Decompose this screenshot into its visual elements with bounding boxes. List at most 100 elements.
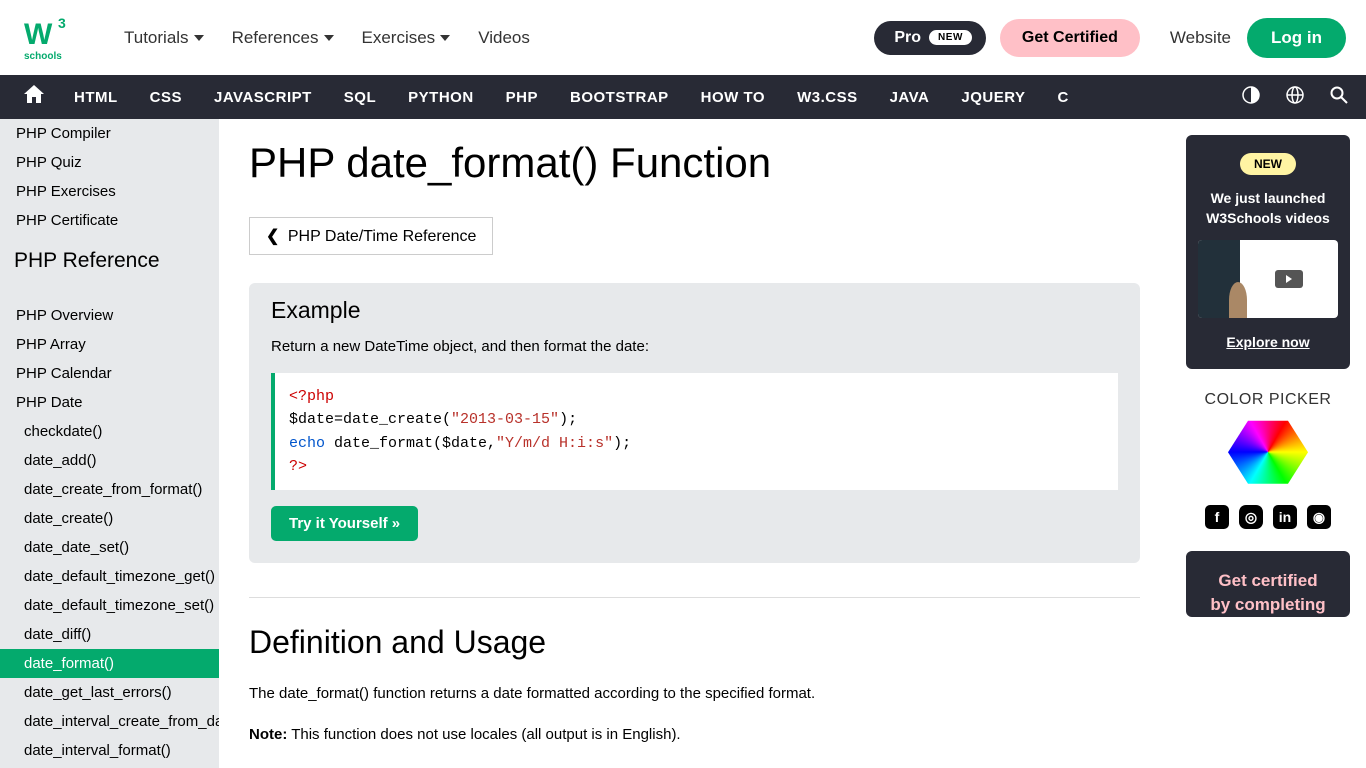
- nav-howto[interactable]: HOW TO: [685, 89, 781, 106]
- nav-c[interactable]: C: [1042, 89, 1085, 106]
- section-heading: Definition and Usage: [249, 624, 1140, 661]
- website-link[interactable]: Website: [1170, 28, 1231, 48]
- promo-text: We just launchedW3Schools videos: [1198, 189, 1338, 228]
- sidebar-item[interactable]: PHP Calendar: [0, 359, 219, 388]
- nav-javascript[interactable]: JAVASCRIPT: [198, 89, 328, 106]
- code-token: echo: [289, 435, 325, 452]
- get-certified-button[interactable]: Get Certified: [1000, 19, 1140, 57]
- nav-exercises[interactable]: Exercises: [348, 28, 465, 48]
- nav-label: Exercises: [362, 28, 436, 48]
- cert-promo[interactable]: Get certifiedby completing: [1186, 551, 1350, 617]
- play-icon: [1275, 270, 1303, 288]
- nav-bootstrap[interactable]: BOOTSTRAP: [554, 89, 685, 106]
- sidebar-item[interactable]: PHP Array: [0, 330, 219, 359]
- note-text: This function does not use locales (all …: [287, 726, 680, 743]
- sidebar-item[interactable]: PHP Overview: [0, 301, 219, 330]
- logo[interactable]: W 3 schools: [20, 14, 80, 62]
- reference-link[interactable]: ❮ PHP Date/Time Reference: [249, 217, 493, 255]
- divider: [249, 597, 1140, 598]
- example-panel: Example Return a new DateTime object, an…: [249, 283, 1140, 563]
- sidebar-item[interactable]: date_date_set(): [0, 533, 219, 562]
- body-text: Note: This function does not use locales…: [249, 724, 1140, 747]
- globe-icon[interactable]: [1286, 86, 1304, 109]
- home-icon[interactable]: [10, 85, 58, 109]
- facebook-icon[interactable]: f: [1205, 505, 1229, 529]
- svg-text:W: W: [24, 18, 53, 51]
- color-picker-heading: COLOR PICKER: [1186, 391, 1350, 409]
- example-heading: Example: [271, 297, 1118, 324]
- new-badge: NEW: [929, 30, 972, 45]
- sidebar-item[interactable]: date_diff(): [0, 620, 219, 649]
- pro-label: Pro: [894, 29, 921, 47]
- sidebar-item[interactable]: date_default_timezone_set(): [0, 591, 219, 620]
- sidebar-item[interactable]: date_default_timezone_get(): [0, 562, 219, 591]
- code-token: );: [559, 411, 577, 428]
- try-it-button[interactable]: Try it Yourself »: [271, 506, 418, 541]
- discord-icon[interactable]: ◉: [1307, 505, 1331, 529]
- search-icon[interactable]: [1330, 86, 1348, 109]
- secondary-nav: HTML CSS JAVASCRIPT SQL PYTHON PHP BOOTS…: [0, 75, 1366, 119]
- main-content: PHP date_format() Function ❮ PHP Date/Ti…: [219, 119, 1170, 768]
- explore-link[interactable]: Explore now: [1226, 334, 1309, 350]
- sidebar-item[interactable]: date_create(): [0, 504, 219, 533]
- svg-text:3: 3: [58, 15, 66, 31]
- code-token: );: [613, 435, 631, 452]
- nav-css[interactable]: CSS: [134, 89, 198, 106]
- caret-icon: [440, 35, 450, 41]
- reference-link-label: PHP Date/Time Reference: [288, 228, 477, 245]
- caret-icon: [194, 35, 204, 41]
- chevron-left-icon: ❮: [266, 228, 279, 245]
- nav-java[interactable]: JAVA: [874, 89, 946, 106]
- sidebar-item[interactable]: date_add(): [0, 446, 219, 475]
- sidebar-item[interactable]: PHP Compiler: [0, 119, 219, 148]
- page-title: PHP date_format() Function: [249, 139, 1140, 187]
- body-text: The date_format() function returns a dat…: [249, 683, 1140, 706]
- linkedin-icon[interactable]: in: [1273, 505, 1297, 529]
- nav-label: Tutorials: [124, 28, 189, 48]
- video-thumbnail[interactable]: [1198, 240, 1338, 318]
- video-promo: NEW We just launchedW3Schools videos Exp…: [1186, 135, 1350, 369]
- pro-button[interactable]: Pro NEW: [874, 21, 986, 55]
- nav-jquery[interactable]: JQUERY: [945, 89, 1041, 106]
- theme-icon[interactable]: [1242, 86, 1260, 109]
- sidebar-item-active[interactable]: date_format(): [0, 649, 219, 678]
- sidebar-item[interactable]: checkdate(): [0, 417, 219, 446]
- sidebar-item[interactable]: date_interval_format(): [0, 736, 219, 765]
- code-token: "2013-03-15": [451, 411, 559, 428]
- sidebar-item[interactable]: date_create_from_format(): [0, 475, 219, 504]
- sidebar-item[interactable]: PHP Quiz: [0, 148, 219, 177]
- topbar: W 3 schools Tutorials References Exercis…: [0, 0, 1366, 75]
- sidebar-item[interactable]: date_interval_create_from_dat: [0, 707, 219, 736]
- sidebar: PHP Compiler PHP Quiz PHP Exercises PHP …: [0, 119, 219, 768]
- nav-python[interactable]: PYTHON: [392, 89, 490, 106]
- nav-php[interactable]: PHP: [490, 89, 554, 106]
- right-rail: NEW We just launchedW3Schools videos Exp…: [1170, 119, 1366, 768]
- code-block: <?php $date=date_create("2013-03-15"); e…: [271, 373, 1118, 490]
- nav-sql[interactable]: SQL: [328, 89, 392, 106]
- note-label: Note:: [249, 726, 287, 743]
- social-links: f ◎ in ◉: [1186, 505, 1350, 529]
- caret-icon: [324, 35, 334, 41]
- code-token: ?>: [289, 458, 307, 475]
- nav-tutorials[interactable]: Tutorials: [110, 28, 218, 48]
- sidebar-item[interactable]: PHP Exercises: [0, 177, 219, 206]
- nav-label: References: [232, 28, 319, 48]
- sidebar-item[interactable]: date_get_last_errors(): [0, 678, 219, 707]
- nav-references[interactable]: References: [218, 28, 348, 48]
- example-description: Return a new DateTime object, and then f…: [271, 338, 1118, 355]
- code-token: "Y/m/d H:i:s": [496, 435, 613, 452]
- color-picker[interactable]: [1186, 417, 1350, 487]
- sidebar-item[interactable]: PHP Date: [0, 388, 219, 417]
- sidebar-item[interactable]: PHP Certificate: [0, 206, 219, 235]
- nav-w3css[interactable]: W3.CSS: [781, 89, 874, 106]
- nav-html[interactable]: HTML: [58, 89, 134, 106]
- svg-text:schools: schools: [24, 51, 62, 62]
- code-token: <?php: [289, 388, 334, 405]
- login-button[interactable]: Log in: [1247, 18, 1346, 58]
- code-token: $date=date_create(: [289, 411, 451, 428]
- sidebar-heading: PHP Reference: [0, 235, 219, 279]
- code-token: date_format($date,: [325, 435, 496, 452]
- nav-videos[interactable]: Videos: [464, 28, 544, 48]
- new-badge: NEW: [1240, 153, 1296, 175]
- instagram-icon[interactable]: ◎: [1239, 505, 1263, 529]
